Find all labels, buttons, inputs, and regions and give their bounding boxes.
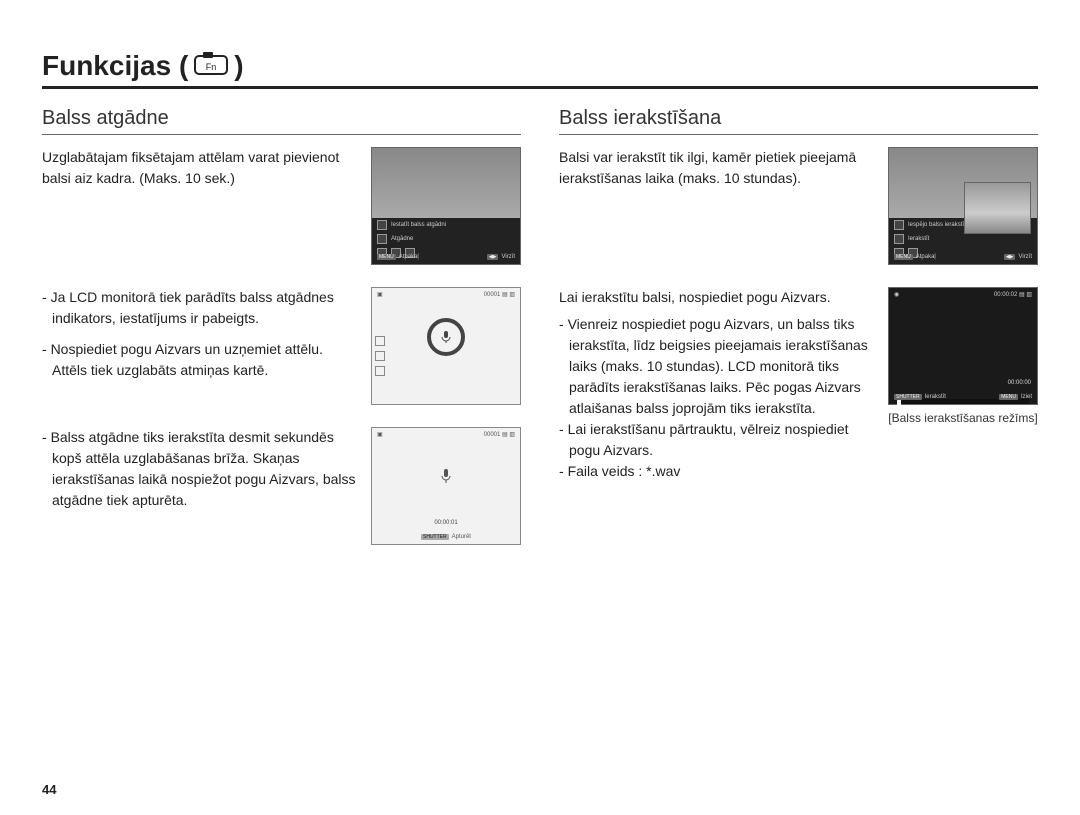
record-option-icon [894, 234, 904, 244]
right-column: Balss ierakstīšana Balsi var ierakstīt t… [559, 107, 1038, 567]
photo-preview-people [964, 182, 1031, 234]
page-title-close: ) [234, 50, 243, 82]
section-heading-voice-memo: Balss atgādne [42, 107, 521, 135]
status-icon [375, 366, 385, 376]
shutter-chip: SHUTTER [421, 534, 449, 540]
lcd-menu-voice-recording: Iespējo balss ierakstīšanu. Ierakstīt ME… [888, 147, 1038, 265]
nav-chip: ◀▶ [487, 254, 499, 260]
menu-button-chip: MENU [377, 254, 396, 260]
camera-icon: ▣ [377, 291, 383, 298]
mic-icon [441, 469, 451, 485]
voice-recording-step-3: Faila veids : *.wav [569, 461, 874, 482]
memo-option-icon [377, 234, 387, 244]
nav-chip: ◀▶ [1004, 254, 1016, 260]
voice-memo-step-2: Nospiediet pogu Aizvars un uzņemiet attē… [52, 339, 357, 381]
lcd-recording-memo: ▣00001 ▤ ▥ 00:00:01 SHUTTERApturēt [371, 427, 521, 545]
left-column: Balss atgādne Uzglabātajam fiksētajam at… [42, 107, 521, 567]
voice-recording-step-2: Lai ierakstīšanu pārtrauktu, vēlreiz nos… [569, 419, 874, 461]
mic-icon [377, 220, 387, 230]
page-title-row: Funkcijas ( Fn ) [42, 50, 1038, 89]
function-mode-icon: Fn [194, 52, 228, 81]
svg-text:Fn: Fn [206, 62, 217, 72]
lcd-menu-voice-memo: Iestatīt balss atgādni Atgādne MENUAtpak… [371, 147, 521, 265]
voice-recording-step-1: Vienreiz nospiediet pogu Aizvars, un bal… [569, 314, 874, 419]
voice-memo-indicator-icon [427, 318, 465, 356]
voice-memo-intro: Uzglabātajam fiksētajam attēlam varat pi… [42, 147, 357, 265]
mic-icon [894, 220, 904, 230]
lcd-capture-ready: ▣00001 ▤ ▥ [371, 287, 521, 405]
page-number: 44 [42, 782, 56, 797]
shutter-chip: SHUTTER [894, 394, 922, 400]
status-icon [375, 351, 385, 361]
page-title: Funkcijas ( [42, 50, 188, 82]
voice-memo-step-3: Balss atgādne tiks ierakstīta desmit sek… [52, 427, 357, 511]
voice-recording-lead: Lai ierakstītu balsi, nospiediet pogu Ai… [559, 287, 874, 308]
voice-memo-step-1: Ja LCD monitorā tiek parādīts balss atgā… [52, 287, 357, 329]
menu-button-chip: MENU [999, 394, 1018, 400]
voice-recording-mode-caption: [Balss ierakstīšanas režīms] [888, 411, 1038, 425]
section-heading-voice-recording: Balss ierakstīšana [559, 107, 1038, 135]
lcd-voice-recording-mode: ◉ 00:00:02 ▤ ▥ 00:00:00 SHUTTERIerakstīt… [888, 287, 1038, 405]
voice-recording-intro: Balsi var ierakstīt tik ilgi, kamēr piet… [559, 147, 874, 265]
status-icon [375, 336, 385, 346]
memo-timer: 00:00:01 [434, 520, 457, 526]
camera-icon: ▣ [377, 431, 383, 438]
menu-button-chip: MENU [894, 254, 913, 260]
recording-time: 00:00:00 [1008, 380, 1031, 386]
mic-mode-icon: ◉ [894, 291, 899, 298]
